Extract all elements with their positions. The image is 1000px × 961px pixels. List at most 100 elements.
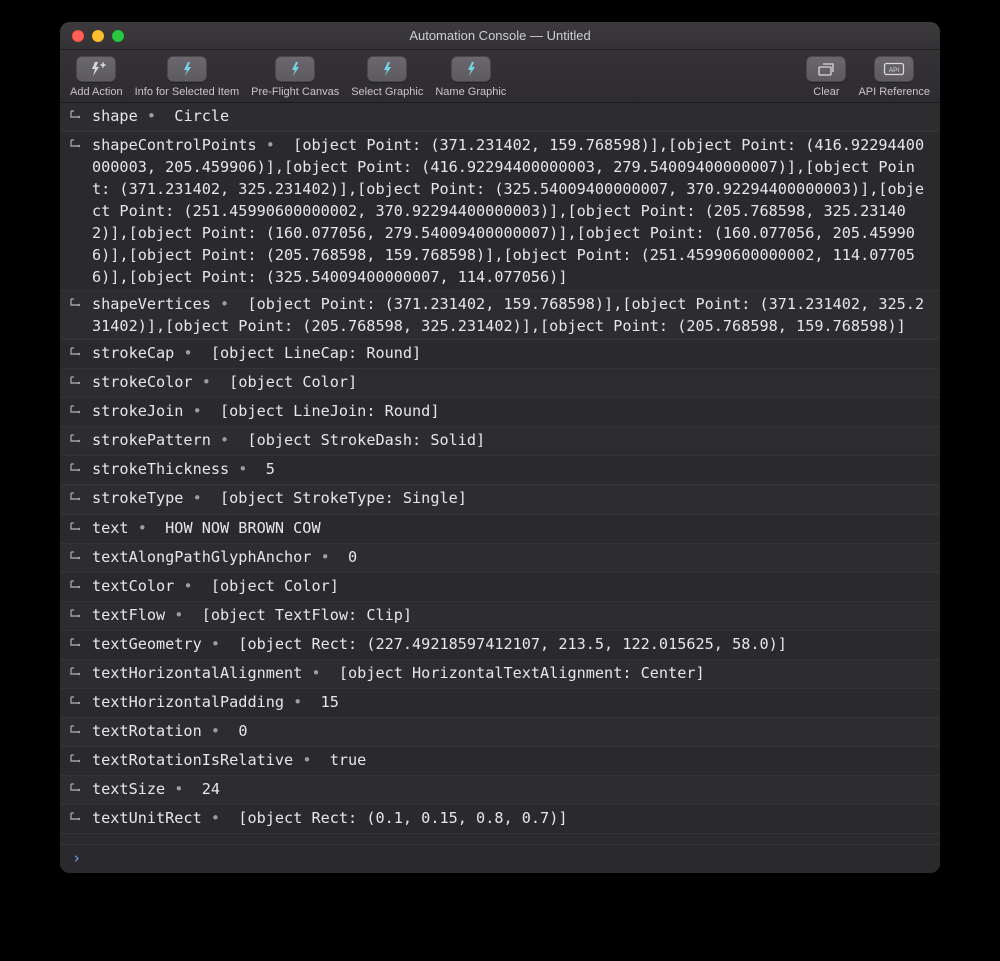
row-bullet: •: [202, 809, 239, 827]
clear-button[interactable]: [806, 56, 846, 82]
console-row[interactable]: strokeJoin • [object LineJoin: Round]: [60, 398, 940, 427]
console-prompt[interactable]: ›: [60, 844, 940, 873]
console-row[interactable]: textAlongPathGlyphAnchor • 0: [60, 544, 940, 573]
row-content: shapeControlPoints • [object Point: (371…: [90, 134, 928, 288]
window-controls: [60, 30, 124, 42]
row-bullet: •: [165, 780, 202, 798]
console-row[interactable]: strokeType • [object StrokeType: Single]: [60, 485, 940, 514]
bolt-plus-icon: [86, 61, 106, 77]
row-value: [object LineJoin: Round]: [220, 402, 439, 420]
preflight-button[interactable]: [275, 56, 315, 82]
row-key: strokeType: [92, 489, 183, 507]
row-tree-icon: [68, 342, 90, 366]
row-key: textRotation: [92, 722, 202, 740]
row-tree-icon: [68, 105, 90, 129]
row-key: textUnitRect: [92, 809, 202, 827]
row-key: strokePattern: [92, 431, 211, 449]
prompt-caret-icon: ›: [72, 849, 81, 867]
row-value: [object HorizontalTextAlignment: Center]: [339, 664, 705, 682]
console-row[interactable]: textGeometry • [object Rect: (227.492185…: [60, 631, 940, 660]
row-value: [object StrokeType: Single]: [220, 489, 467, 507]
row-key: textHorizontalPadding: [92, 693, 284, 711]
window-title: Automation Console — Untitled: [60, 28, 940, 43]
row-tree-icon: [68, 720, 90, 744]
row-tree-icon: [68, 662, 90, 686]
row-key: text: [92, 519, 129, 537]
row-content: strokePattern • [object StrokeDash: Soli…: [90, 429, 928, 451]
row-value: [object TextFlow: Clip]: [202, 606, 412, 624]
row-tree-icon: [68, 604, 90, 628]
api-icon: API: [883, 61, 905, 77]
bolt-icon: [379, 61, 395, 77]
minimize-window-button[interactable]: [92, 30, 104, 42]
row-tree-icon: [68, 575, 90, 599]
row-tree-icon: [68, 778, 90, 802]
console-row[interactable]: strokePattern • [object StrokeDash: Soli…: [60, 427, 940, 456]
row-key: textFlow: [92, 606, 165, 624]
row-tree-icon: [68, 807, 90, 831]
row-bullet: •: [174, 344, 211, 362]
row-value: [object Color]: [229, 373, 357, 391]
row-content: strokeType • [object StrokeType: Single]: [90, 487, 928, 509]
row-bullet: •: [211, 431, 248, 449]
console-row[interactable]: textHorizontalPadding • 15: [60, 689, 940, 718]
console-row[interactable]: strokeThickness • 5: [60, 456, 940, 485]
row-tree-icon: [68, 134, 90, 158]
toolbar-item-clear: Clear: [806, 56, 846, 98]
row-key: shape: [92, 107, 138, 125]
toolbar-label: Pre-Flight Canvas: [251, 86, 339, 98]
row-content: textRotation • 0: [90, 720, 928, 742]
row-key: textGeometry: [92, 635, 202, 653]
add-action-button[interactable]: [76, 56, 116, 82]
toolbar-item-api-reference: API API Reference: [858, 56, 930, 98]
console-rows[interactable]: shape • CircleshapeControlPoints • [obje…: [60, 103, 940, 844]
row-tree-icon: [68, 749, 90, 773]
toolbar-item-name-graphic: Name Graphic: [435, 56, 506, 98]
console-row[interactable]: shape • Circle: [60, 103, 940, 132]
toolbar-label: Select Graphic: [351, 86, 423, 98]
row-content: textAlongPathGlyphAnchor • 0: [90, 546, 928, 568]
row-value: [object LineCap: Round]: [211, 344, 421, 362]
console-row[interactable]: textRotationIsRelative • true: [60, 747, 940, 776]
row-content: textFlow • [object TextFlow: Clip]: [90, 604, 928, 626]
row-tree-icon: [68, 546, 90, 570]
info-button[interactable]: [167, 56, 207, 82]
close-window-button[interactable]: [72, 30, 84, 42]
console-row[interactable]: textColor • [object Color]: [60, 573, 940, 602]
console-row[interactable]: strokeColor • [object Color]: [60, 369, 940, 398]
toolbar-item-info: Info for Selected Item: [135, 56, 240, 98]
zoom-window-button[interactable]: [112, 30, 124, 42]
titlebar: Automation Console — Untitled: [60, 22, 940, 50]
broom-icon: [817, 61, 835, 77]
toolbar-label: Name Graphic: [435, 86, 506, 98]
console-row[interactable]: textFlow • [object TextFlow: Clip]: [60, 602, 940, 631]
api-reference-button[interactable]: API: [874, 56, 914, 82]
console-row[interactable]: textHorizontalAlignment • [object Horizo…: [60, 660, 940, 689]
row-tree-icon: [68, 487, 90, 511]
row-value: 0: [238, 722, 247, 740]
console-row[interactable]: textUnitRect • [object Rect: (0.1, 0.15,…: [60, 805, 940, 834]
console-row[interactable]: shapeControlPoints • [object Point: (371…: [60, 132, 940, 291]
row-value: 15: [321, 693, 339, 711]
row-bullet: •: [311, 548, 348, 566]
row-key: textHorizontalAlignment: [92, 664, 302, 682]
console-row[interactable]: strokeCap • [object LineCap: Round]: [60, 340, 940, 369]
name-graphic-button[interactable]: [451, 56, 491, 82]
row-bullet: •: [202, 722, 239, 740]
select-graphic-button[interactable]: [367, 56, 407, 82]
row-value: [object Point: (371.231402, 159.768598)]…: [92, 136, 924, 286]
toolbar-item-add-action: Add Action: [70, 56, 123, 98]
row-bullet: •: [183, 489, 220, 507]
bolt-icon: [287, 61, 303, 77]
console-row[interactable]: textSize • 24: [60, 776, 940, 805]
console-row[interactable]: shapeVertices • [object Point: (371.2314…: [60, 291, 940, 340]
bolt-icon: [179, 61, 195, 77]
row-content: textHorizontalPadding • 15: [90, 691, 928, 713]
row-value: [object Rect: (227.49218597412107, 213.5…: [238, 635, 787, 653]
row-value: HOW NOW BROWN COW: [165, 519, 320, 537]
console-row[interactable]: text • HOW NOW BROWN COW: [60, 515, 940, 544]
console-row[interactable]: textRotation • 0: [60, 718, 940, 747]
row-content: textGeometry • [object Rect: (227.492185…: [90, 633, 928, 655]
row-content: strokeCap • [object LineCap: Round]: [90, 342, 928, 364]
toolbar-label: API Reference: [858, 86, 930, 98]
